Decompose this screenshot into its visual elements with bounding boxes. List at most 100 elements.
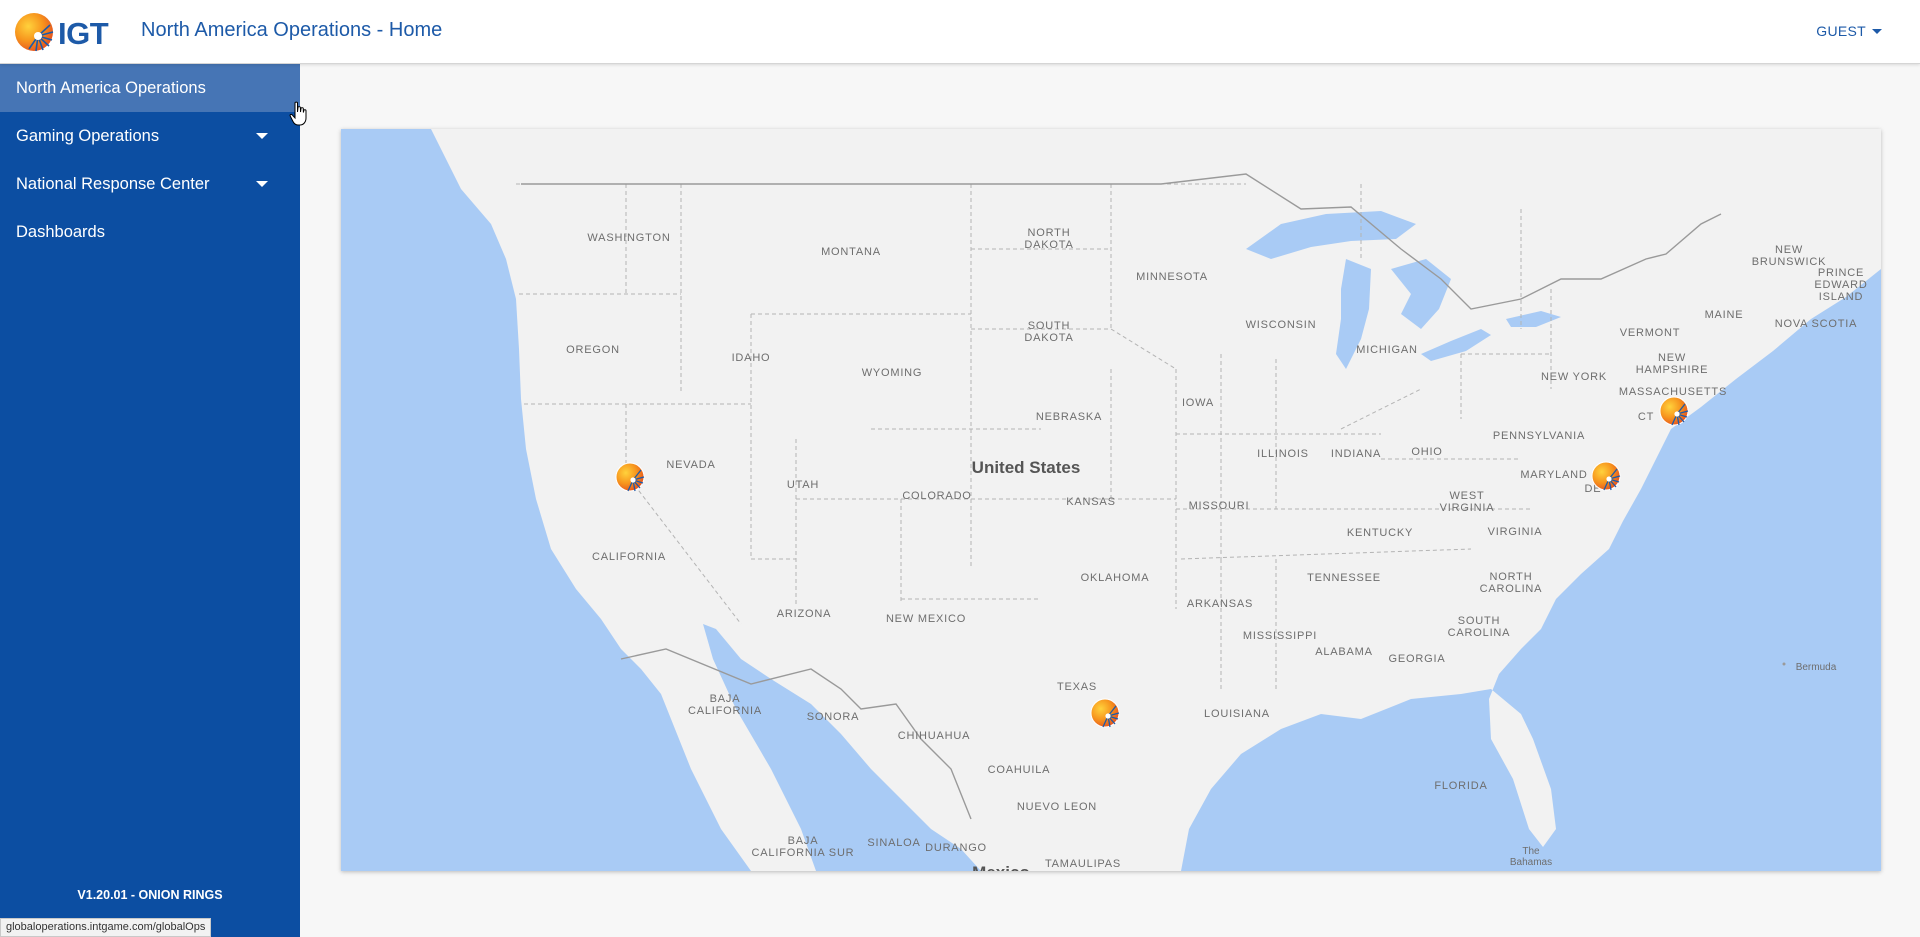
mx-label-baja-california-1: BAJA: [710, 693, 741, 705]
mx-label-coahuila: COAHUILA: [988, 764, 1051, 776]
state-label-kentucky: KENTUCKY: [1347, 527, 1413, 539]
state-label-missouri: MISSOURI: [1189, 500, 1250, 512]
state-label-indiana: INDIANA: [1331, 448, 1381, 460]
logo-wordmark: IGT: [58, 16, 109, 51]
igt-location-marker-texas[interactable]: [1090, 698, 1120, 728]
state-label-texas: TEXAS: [1057, 681, 1097, 693]
sidebar-item-national-response-center[interactable]: National Response Center: [0, 160, 300, 208]
sidebar-item-label: North America Operations: [16, 79, 206, 97]
mx-label-tamaulipas: TAMAULIPAS: [1045, 858, 1121, 870]
mx-label-baja-california-sur-1: BAJA: [788, 835, 819, 847]
state-label-nebraska: NEBRASKA: [1036, 411, 1102, 423]
state-label-oregon: OREGON: [566, 344, 620, 356]
state-label-north-carolina-2: CAROLINA: [1480, 583, 1543, 595]
state-label-louisiana: LOUISIANA: [1204, 708, 1270, 720]
state-label-ct: CT: [1638, 411, 1654, 423]
label-bermuda: Bermuda: [1796, 662, 1837, 673]
state-label-north-dakota-1: NORTH: [1028, 227, 1071, 239]
state-label-maine: MAINE: [1705, 309, 1744, 321]
state-label-pennsylvania: PENNSYLVANIA: [1493, 430, 1585, 442]
state-label-wyoming: WYOMING: [862, 367, 923, 379]
app-version: V1.20.01 - ONION RINGS: [77, 888, 223, 902]
top-header: IGT North America Operations - Home GUES…: [0, 0, 1920, 64]
mx-label-durango: DURANGO: [925, 842, 987, 854]
state-label-west-virginia-1: WEST: [1450, 490, 1485, 502]
state-label-south-dakota-1: SOUTH: [1028, 320, 1071, 332]
sidebar-item-label: Dashboards: [16, 223, 105, 241]
state-label-new-mexico: NEW MEXICO: [886, 613, 966, 625]
bermuda-dot: [1782, 662, 1786, 666]
igt-location-marker-nevada[interactable]: [615, 462, 645, 492]
state-label-north-carolina-1: NORTH: [1490, 571, 1533, 583]
label-bahamas-1: The: [1522, 846, 1540, 857]
mx-label-baja-california-sur-2: CALIFORNIA SUR: [752, 847, 855, 859]
state-label-georgia: GEORGIA: [1389, 653, 1446, 665]
state-label-arkansas: ARKANSAS: [1187, 598, 1253, 610]
state-label-south-dakota-2: DAKOTA: [1024, 332, 1073, 344]
status-bar-url: globaloperations.intgame.com/globalOps: [0, 918, 212, 937]
igt-location-marker-new-jersey[interactable]: [1591, 461, 1621, 491]
state-label-south-carolina-1: SOUTH: [1458, 615, 1501, 627]
chevron-down-icon: [1872, 29, 1882, 34]
operations-map[interactable]: United States WASHINGTON OREGON IDAHO MO…: [341, 129, 1881, 871]
state-label-florida: FLORIDA: [1434, 780, 1487, 792]
state-label-utah: UTAH: [787, 479, 819, 491]
state-label-massachusetts: MASSACHUSETTS: [1619, 386, 1727, 398]
sidebar-item-label: National Response Center: [16, 175, 210, 193]
province-label-pei-1: PRINCE: [1818, 267, 1864, 279]
hand-cursor-icon: [289, 101, 307, 126]
state-label-new-hampshire-1: NEW: [1658, 352, 1686, 364]
state-label-mississippi: MISSISSIPPI: [1243, 630, 1317, 642]
state-label-alabama: ALABAMA: [1315, 646, 1373, 658]
state-label-new-hampshire-2: HAMPSHIRE: [1636, 364, 1709, 376]
province-label-nova-scotia: NOVA SCOTIA: [1775, 318, 1858, 330]
igt-logo[interactable]: IGT: [14, 12, 124, 52]
state-label-ohio: OHIO: [1411, 446, 1442, 458]
state-label-idaho: IDAHO: [732, 352, 771, 364]
sidebar-item-dashboards[interactable]: Dashboards: [0, 208, 300, 256]
state-label-tennessee: TENNESSEE: [1307, 572, 1381, 584]
province-label-pei-3: ISLAND: [1819, 291, 1864, 303]
state-label-illinois: ILLINOIS: [1257, 448, 1309, 460]
page-title: North America Operations - Home: [141, 19, 443, 41]
chevron-down-icon: [256, 181, 268, 187]
state-label-washington: WASHINGTON: [587, 232, 670, 244]
state-label-new-york: NEW YORK: [1541, 371, 1607, 383]
state-label-vermont: VERMONT: [1620, 327, 1681, 339]
province-label-new-brunswick-1: NEW: [1775, 244, 1803, 256]
state-label-california: CALIFORNIA: [592, 551, 666, 563]
sidebar: North America Operations Gaming Operatio…: [0, 64, 300, 937]
mx-label-baja-california-2: CALIFORNIA: [688, 705, 762, 717]
state-label-minnesota: MINNESOTA: [1136, 271, 1208, 283]
sidebar-item-north-america-operations[interactable]: North America Operations: [0, 64, 300, 112]
igt-sun-icon: [15, 13, 54, 52]
chevron-down-icon: [256, 133, 268, 139]
state-label-colorado: COLORADO: [902, 490, 971, 502]
mx-label-nuevo-leon: NUEVO LEON: [1017, 801, 1097, 813]
state-label-michigan: MICHIGAN: [1356, 344, 1417, 356]
state-label-wisconsin: WISCONSIN: [1246, 319, 1317, 331]
state-label-north-dakota-2: DAKOTA: [1024, 239, 1073, 251]
country-label-mexico: Mexico: [972, 863, 1030, 871]
state-label-south-carolina-2: CAROLINA: [1448, 627, 1511, 639]
user-menu-label: GUEST: [1816, 23, 1866, 39]
sidebar-item-gaming-operations[interactable]: Gaming Operations: [0, 112, 300, 160]
igt-location-marker-rhode-island[interactable]: [1659, 396, 1689, 426]
user-menu-button[interactable]: GUEST: [1816, 23, 1882, 39]
state-label-nevada: NEVADA: [666, 459, 715, 471]
state-label-iowa: IOWA: [1182, 397, 1214, 409]
map-canvas[interactable]: United States WASHINGTON OREGON IDAHO MO…: [341, 129, 1881, 871]
province-label-new-brunswick-2: BRUNSWICK: [1752, 256, 1826, 268]
state-label-west-virginia-2: VIRGINIA: [1440, 502, 1495, 514]
country-label-united-states: United States: [972, 458, 1081, 477]
province-label-pei-2: EDWARD: [1814, 279, 1867, 291]
state-label-virginia: VIRGINIA: [1488, 526, 1543, 538]
state-label-arizona: ARIZONA: [777, 608, 832, 620]
sidebar-item-label: Gaming Operations: [16, 127, 160, 145]
mx-label-sonora: SONORA: [807, 711, 859, 723]
state-label-montana: MONTANA: [821, 246, 881, 258]
mx-label-chihuahua: CHIHUAHUA: [898, 730, 971, 742]
state-label-maryland: MARYLAND: [1520, 469, 1587, 481]
mx-label-sinaloa: SINALOA: [867, 837, 920, 849]
label-bahamas-2: Bahamas: [1510, 857, 1552, 868]
